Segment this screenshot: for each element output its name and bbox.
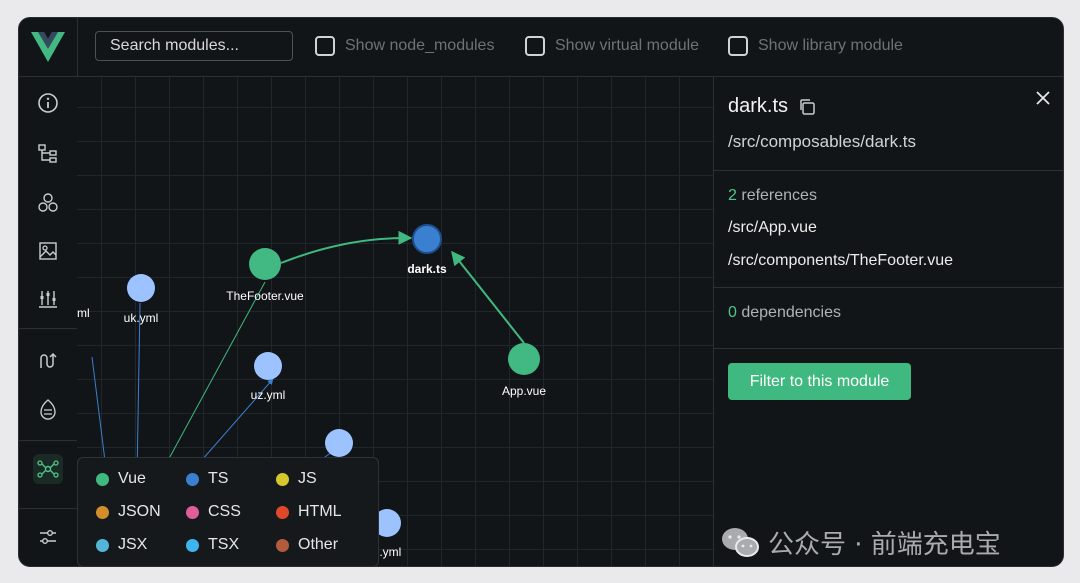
module-path: /src/composables/dark.ts [728,132,916,152]
toolbar: Show node_modules Show virtual module Sh… [77,18,1063,77]
module-title: dark.ts [728,95,816,118]
legend-dot [186,473,199,486]
wechat-icon [720,526,760,560]
graph-node[interactable] [325,429,353,457]
module-graph[interactable]: dark.ts TheFooter.vue App.vue uk.yml uz.… [77,77,713,566]
legend-dot [186,539,199,552]
legend-item-jsx: JSX [96,536,147,554]
legend-dot [276,539,289,552]
node-label-app: App.vue [502,384,546,398]
show-virtual-module-checkbox[interactable]: Show virtual module [525,36,699,56]
graph-node[interactable] [127,274,155,302]
checkbox-box[interactable] [728,36,748,56]
copy-icon[interactable] [798,98,816,116]
checkbox-label: Show library module [758,37,903,55]
show-library-module-checkbox[interactable]: Show library module [728,36,903,56]
graph-edge [452,252,524,343]
legend-item-vue: Vue [96,470,146,488]
node-label-uz: uz.yml [251,388,286,402]
node-label-uk: uk.yml [124,311,159,325]
timeline-icon[interactable] [33,284,63,314]
legend-item-ts: TS [186,470,228,488]
graph-edge [159,282,265,477]
dependencies-heading: 0 dependencies [728,304,841,322]
pinia-icon[interactable] [33,394,63,424]
checkbox-label: Show virtual module [555,37,699,55]
app-window: Show node_modules Show virtual module Sh… [18,17,1064,567]
show-node-modules-checkbox[interactable]: Show node_modules [315,36,494,56]
checkbox-box[interactable] [315,36,335,56]
graph-icon[interactable] [33,454,63,484]
checkbox-label: Show node_modules [345,37,494,55]
legend-dot [96,473,109,486]
reference-item[interactable]: /src/App.vue [728,219,817,237]
tree-icon[interactable] [33,138,63,168]
references-count: 2 [728,187,737,204]
graph-node[interactable] [413,225,441,253]
node-label-dark-ts: dark.ts [407,262,447,276]
references-heading: 2 references [728,187,817,205]
legend-dot [276,506,289,519]
legend-dot [186,506,199,519]
dependencies-label: dependencies [741,304,841,321]
legend-item-js: JS [276,470,317,488]
legend-item-other: Other [276,536,338,554]
settings-icon[interactable] [33,522,63,552]
routes-icon[interactable] [33,346,63,376]
info-icon[interactable] [33,88,63,118]
legend-dot [96,506,109,519]
legend-item-css: CSS [186,503,241,521]
graph-node[interactable] [249,248,281,280]
legend-dot [96,539,109,552]
reference-item[interactable]: /src/components/TheFooter.vue [728,252,953,270]
checkbox-box[interactable] [525,36,545,56]
dependencies-count: 0 [728,304,737,321]
legend-item-json: JSON [96,503,161,521]
legend: Vue TS JS JSON CSS HTML JSX TSX Other [77,457,379,566]
vue-logo-icon [31,32,65,62]
node-label-ml: ml [77,306,90,320]
search-input[interactable] [95,31,293,61]
close-icon[interactable] [1032,87,1054,109]
module-detail-panel: dark.ts /src/composables/dark.ts 2 refer… [713,77,1064,566]
node-label-thefooter: TheFooter.vue [226,289,304,303]
filter-to-module-button[interactable]: Filter to this module [728,363,911,400]
references-label: references [741,187,817,204]
graph-edge [281,238,411,263]
graph-node[interactable] [508,343,540,375]
legend-item-html: HTML [276,503,342,521]
components-icon[interactable] [33,188,63,218]
left-rail [19,18,78,566]
watermark-text: 公众号 · 前端充电宝 [768,524,1001,561]
legend-dot [276,473,289,486]
assets-icon[interactable] [33,236,63,266]
graph-node[interactable] [254,352,282,380]
legend-item-tsx: TSX [186,536,239,554]
graph-edge [137,303,140,477]
module-name: dark.ts [728,95,788,118]
watermark: 公众号 · 前端充电宝 [720,524,1001,561]
